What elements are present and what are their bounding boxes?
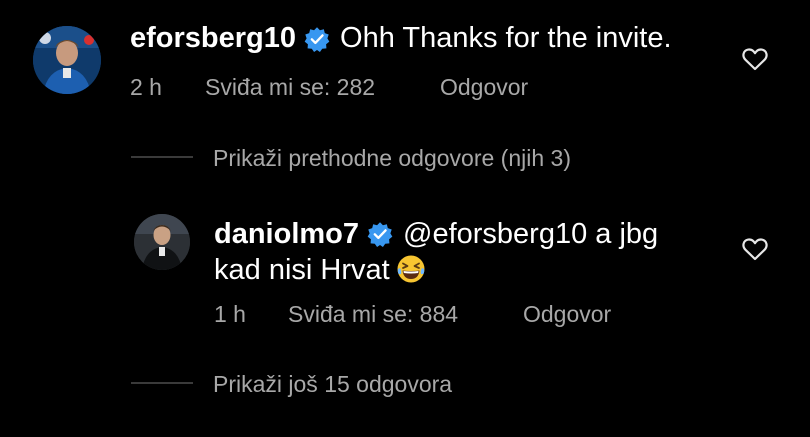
thread-connector-line	[131, 156, 193, 158]
verified-badge-icon	[367, 222, 393, 247]
grinning-squinting-face-emoji	[397, 255, 425, 283]
reply-time: 1 h	[214, 301, 246, 327]
commenter-avatar[interactable]	[33, 26, 101, 94]
comment-meta: 2 h Sviđa mi se: 282 Odgovor	[130, 74, 550, 102]
comment-reply-button[interactable]: Odgovor	[440, 74, 528, 101]
thread-connector-line	[131, 382, 193, 384]
reply-text-line2: kad nisi Hrvat	[214, 254, 390, 286]
reply-reply-button[interactable]: Odgovor	[523, 301, 611, 328]
comment-likes-button[interactable]: Sviđa mi se: 282	[205, 74, 375, 101]
commenter-username[interactable]: eforsberg10	[130, 22, 296, 55]
comment-text: Ohh Thanks for the invite.	[340, 22, 672, 54]
comment-time: 2 h	[130, 74, 162, 100]
heart-outline-icon[interactable]	[742, 47, 768, 71]
reply-body: daniolmo7 @eforsberg10 a jbg kad nisi Hr…	[214, 216, 658, 288]
heart-outline-icon[interactable]	[742, 237, 768, 261]
reply-avatar[interactable]	[134, 214, 190, 270]
reply-likes-button[interactable]: Sviđa mi se: 884	[288, 301, 458, 328]
reply-username[interactable]: daniolmo7	[214, 216, 359, 252]
reply-meta: 1 h Sviđa mi se: 884 Odgovor	[214, 301, 634, 329]
verified-badge-icon	[304, 26, 330, 52]
reply-mention-text: @eforsberg10 a jbg	[403, 218, 659, 250]
comment-line: eforsberg10 Ohh Thanks for the invite.	[130, 22, 672, 55]
show-previous-replies-button[interactable]: Prikaži prethodne odgovore (njih 3)	[213, 145, 571, 172]
show-more-replies-button[interactable]: Prikaži još 15 odgovora	[213, 371, 452, 398]
